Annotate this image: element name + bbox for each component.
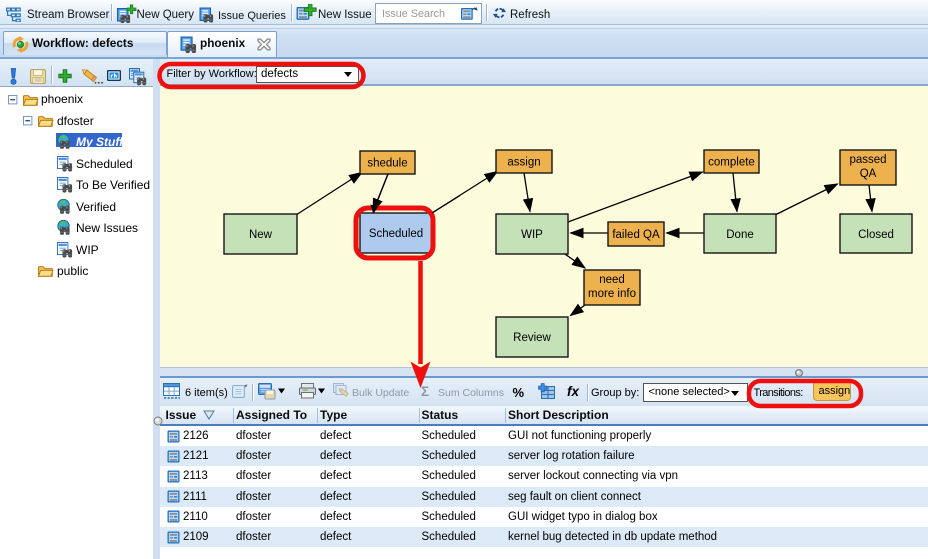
svg-text:shedule: shedule [367,158,407,170]
svg-text:Review: Review [513,332,551,344]
svg-text:Done: Done [726,229,754,241]
svg-text:passed: passed [849,154,886,166]
svg-text:complete: complete [708,157,755,169]
svg-text:need: need [599,274,625,286]
svg-text:WIP: WIP [521,229,543,241]
svg-text:QA: QA [860,168,877,180]
svg-text:failed QA: failed QA [612,229,660,241]
svg-text:assign: assign [507,157,540,169]
svg-text:New: New [249,229,273,241]
svg-text:Scheduled: Scheduled [369,228,423,240]
svg-text:more info: more info [588,288,636,300]
svg-text:Closed: Closed [858,229,894,241]
